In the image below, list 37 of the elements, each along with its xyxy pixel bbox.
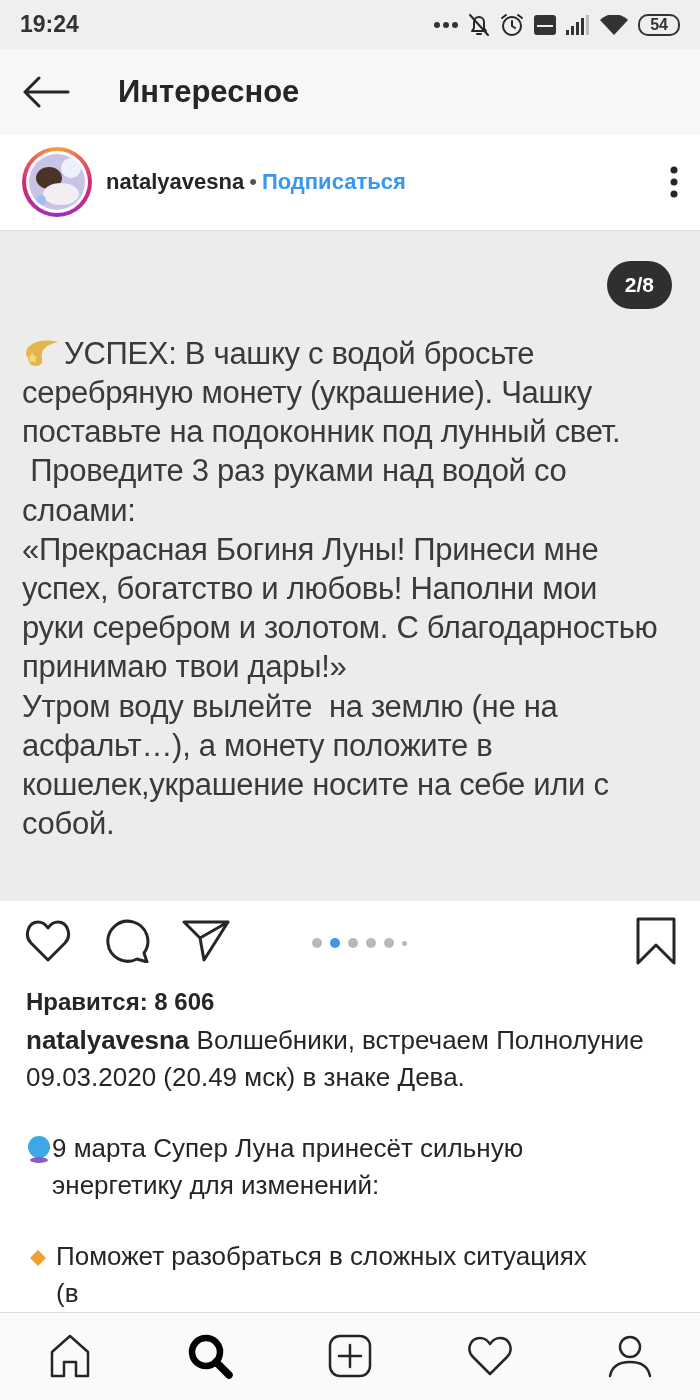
battery-icon: 54 xyxy=(638,13,680,36)
image-text-line: «Прекрасная Богиня Луны! Принеси мне xyxy=(22,530,599,569)
page-title: Интересное xyxy=(118,74,300,111)
image-text-line: успех, богатство и любовь! Наполни мои xyxy=(22,570,598,609)
image-text-line: поставьте на подоконник под лунный свет. xyxy=(22,413,621,452)
post-caption: natalyavesna Волшебники, встречаем Полнолуние 09.03.2020 (20.49 мск) в знаке Дева. xyxy=(25,1023,645,1094)
signal-icon xyxy=(566,14,591,35)
bell-off-icon xyxy=(468,12,491,37)
comment-icon[interactable] xyxy=(104,919,150,964)
image-text-line: принимаю твои дары!» xyxy=(22,648,347,687)
image-counter: 2/8 xyxy=(606,260,672,309)
more-options-icon[interactable] xyxy=(670,166,678,199)
image-text-line: кошелек,украшение носите на себе или с xyxy=(22,766,609,805)
status-time: 19:24 xyxy=(20,11,79,39)
image-text-line: УСПЕХ: В чашку с водой бросьте xyxy=(64,334,535,373)
image-text-line: слоами: xyxy=(22,491,136,530)
wifi-icon xyxy=(600,14,629,35)
more-dots-icon xyxy=(434,21,459,28)
send-icon[interactable] xyxy=(182,919,230,964)
username[interactable]: natalyavesna xyxy=(106,169,245,196)
image-text-line: Утром воду вылейте на землю (не на xyxy=(22,687,558,726)
alarm-icon xyxy=(500,12,525,37)
back-arrow-icon[interactable] xyxy=(22,76,70,109)
heart-icon[interactable] xyxy=(24,919,72,964)
likes-count[interactable]: Нравится: 8 606 xyxy=(0,981,700,1016)
crystal-ball-icon xyxy=(26,1134,52,1163)
caption-paragraph: Поможет разобраться в сложных ситуациях (в xyxy=(56,1239,588,1310)
image-text-line: собой. xyxy=(22,805,115,844)
image-text-line: руки серебром и золотом. С благодарностью xyxy=(22,609,658,648)
separator-dot: • xyxy=(249,169,257,196)
caption-paragraph: 9 марта Супер Луна принесёт сильную энергетику для изменений: xyxy=(52,1131,525,1202)
image-text-line: серебряную монету (украшение). Чашку xyxy=(22,374,592,413)
volte-icon xyxy=(534,14,557,35)
diamond-icon xyxy=(30,1249,46,1266)
image-text-line: асфальт…), а монету положите в xyxy=(22,726,493,765)
image-text-line: Проведите 3 раз руками над водой со xyxy=(29,452,567,491)
bookmark-icon[interactable] xyxy=(636,917,676,966)
